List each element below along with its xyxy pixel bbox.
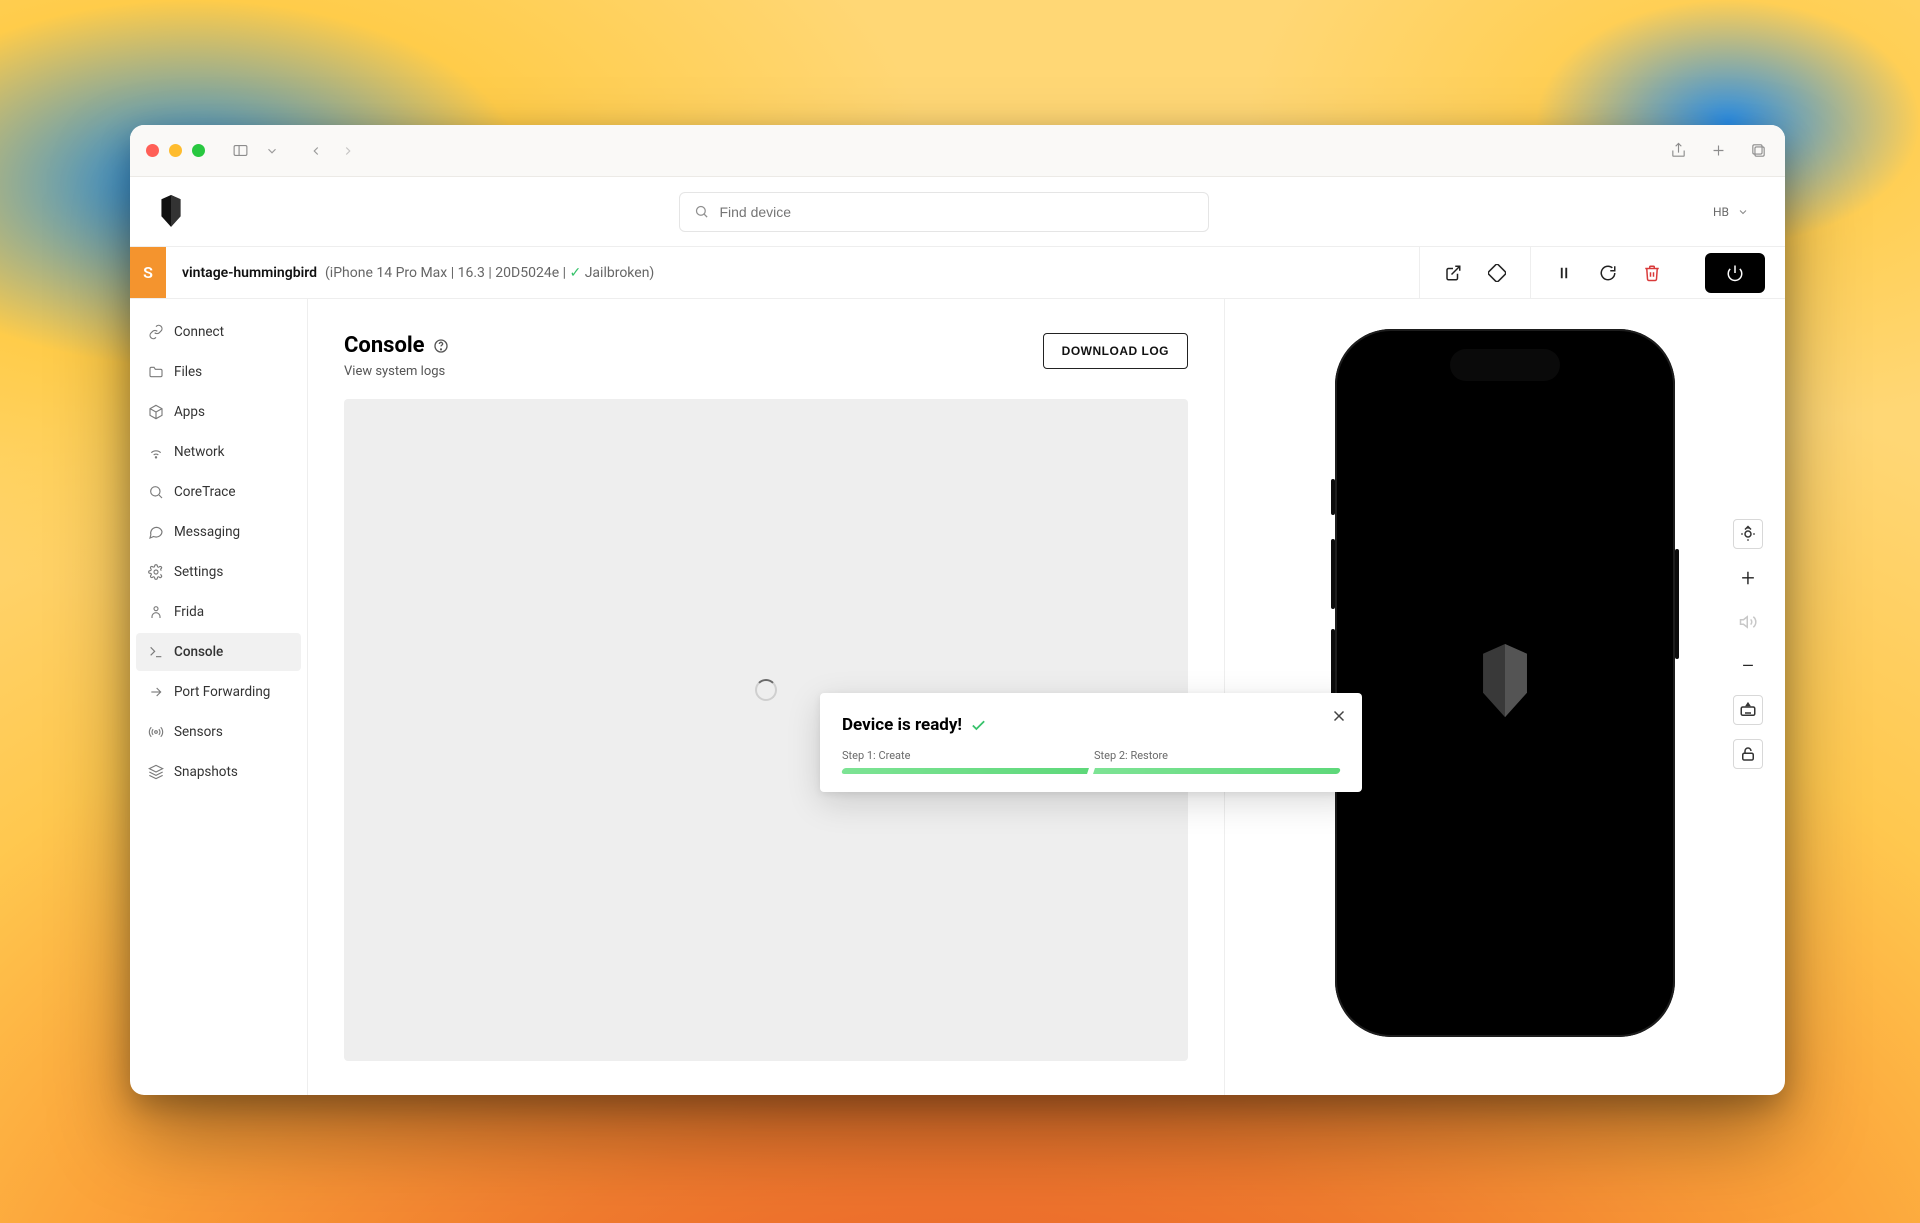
zoom-window-button[interactable] — [192, 144, 205, 157]
device-badge: S — [130, 247, 166, 298]
sidebar-item-label: Files — [174, 364, 202, 380]
page-subtitle: View system logs — [344, 364, 449, 379]
phone-mockup[interactable] — [1335, 329, 1675, 1037]
phone-dynamic-island — [1450, 349, 1560, 381]
message-icon — [148, 524, 164, 540]
sidebar-item-label: Settings — [174, 564, 223, 580]
phone-volume-down — [1331, 629, 1335, 699]
help-icon[interactable] — [433, 338, 449, 354]
sidebar-item-label: Console — [174, 644, 223, 660]
sidebar-item-snapshots[interactable]: Snapshots — [136, 753, 301, 791]
zoom-out-button[interactable]: − — [1733, 651, 1763, 681]
sidebar-item-connect[interactable]: Connect — [136, 313, 301, 351]
toast-step-2: Step 2: Restore — [1094, 749, 1340, 774]
search-icon — [148, 484, 164, 500]
close-window-button[interactable] — [146, 144, 159, 157]
sidebar-item-network[interactable]: Network — [136, 433, 301, 471]
sidebar-item-sensors[interactable]: Sensors — [136, 713, 301, 751]
device-tab[interactable]: vintage-hummingbird (iPhone 14 Pro Max |… — [166, 247, 670, 298]
device-ready-toast: Device is ready! Step 1: Create Step 2: … — [820, 693, 1362, 792]
share-icon[interactable] — [1667, 140, 1689, 162]
toast-close-button[interactable] — [1330, 707, 1348, 729]
pause-button[interactable] — [1553, 262, 1575, 284]
device-name: vintage-hummingbird — [182, 265, 317, 281]
sidebar-item-label: Port Forwarding — [174, 684, 270, 700]
gear-icon — [148, 564, 164, 580]
device-tabbar: S vintage-hummingbird (iPhone 14 Pro Max… — [130, 247, 1785, 299]
tabs-overview-icon[interactable] — [1747, 140, 1769, 162]
traffic-lights — [146, 144, 205, 157]
delete-device-button[interactable] — [1641, 262, 1663, 284]
titlebar-dropdown-icon[interactable] — [261, 140, 283, 162]
forward-icon — [148, 684, 164, 700]
open-external-button[interactable] — [1442, 262, 1464, 284]
search-icon — [694, 204, 709, 219]
nav-back-button[interactable] — [305, 140, 327, 162]
sidebar-item-files[interactable]: Files — [136, 353, 301, 391]
page-title: Console — [344, 333, 449, 358]
zoom-in-button[interactable]: + — [1733, 563, 1763, 593]
sidebar-toggle-icon[interactable] — [229, 140, 251, 162]
sidebar-item-frida[interactable]: Frida — [136, 593, 301, 631]
nav-forward-button[interactable] — [337, 140, 359, 162]
sidebar-item-messaging[interactable]: Messaging — [136, 513, 301, 551]
device-meta: (iPhone 14 Pro Max | 16.3 | 20D5024e | ✓… — [325, 265, 654, 281]
toast-title: Device is ready! — [842, 715, 1340, 735]
broadcast-icon — [148, 724, 164, 740]
rotate-device-button[interactable] — [1486, 262, 1508, 284]
device-search[interactable] — [679, 192, 1209, 232]
check-icon — [970, 717, 987, 734]
window-titlebar — [130, 125, 1785, 177]
sidebar-item-coretrace[interactable]: CoreTrace — [136, 473, 301, 511]
sidebar-item-port-forwarding[interactable]: Port Forwarding — [136, 673, 301, 711]
app-logo — [158, 195, 184, 229]
terminal-icon — [148, 644, 164, 660]
frida-icon — [148, 604, 164, 620]
user-menu[interactable]: HB — [1705, 201, 1757, 223]
new-tab-icon[interactable] — [1707, 140, 1729, 162]
user-initials: HB — [1713, 205, 1729, 219]
sidebar-item-apps[interactable]: Apps — [136, 393, 301, 431]
sidebar-item-label: Snapshots — [174, 764, 238, 780]
sidebar-item-label: CoreTrace — [174, 484, 236, 500]
sidebar-item-label: Frida — [174, 604, 204, 620]
sidebar-item-label: Network — [174, 444, 224, 460]
download-log-button[interactable]: DOWNLOAD LOG — [1043, 333, 1188, 369]
chevron-down-icon — [1737, 206, 1749, 218]
package-icon — [148, 404, 164, 420]
sidebar-item-console[interactable]: Console — [136, 633, 301, 671]
sidebar-item-label: Messaging — [174, 524, 240, 540]
preview-toolbar: + − — [1733, 519, 1763, 769]
power-button[interactable] — [1705, 253, 1765, 293]
layers-icon — [148, 764, 164, 780]
phone-side-button — [1675, 549, 1679, 659]
phone-volume-up — [1331, 539, 1335, 609]
sidebar-item-label: Connect — [174, 324, 224, 340]
reboot-button[interactable] — [1597, 262, 1619, 284]
minimize-window-button[interactable] — [169, 144, 182, 157]
sidebar-item-label: Sensors — [174, 724, 223, 740]
sidebar-item-settings[interactable]: Settings — [136, 553, 301, 591]
toast-step-1: Step 1: Create — [842, 749, 1088, 774]
volume-button[interactable] — [1733, 607, 1763, 637]
lock-button[interactable] — [1733, 739, 1763, 769]
device-actions — [1419, 247, 1785, 298]
phone-mute-switch — [1331, 479, 1335, 515]
wifi-icon — [148, 444, 164, 460]
app-topbar: HB — [130, 177, 1785, 247]
screenshot-button[interactable] — [1733, 519, 1763, 549]
sidebar: Connect Files Apps Network CoreTrace — [130, 299, 308, 1095]
loading-spinner — [755, 679, 777, 701]
boot-logo — [1474, 644, 1536, 722]
keyboard-button[interactable] — [1733, 695, 1763, 725]
sidebar-item-label: Apps — [174, 404, 205, 420]
app-window: HB S vintage-hummingbird (iPhone 14 Pro … — [130, 125, 1785, 1095]
check-icon: ✓ — [570, 265, 585, 281]
link-icon — [148, 324, 164, 340]
folder-icon — [148, 364, 164, 380]
search-input[interactable] — [719, 204, 1194, 220]
